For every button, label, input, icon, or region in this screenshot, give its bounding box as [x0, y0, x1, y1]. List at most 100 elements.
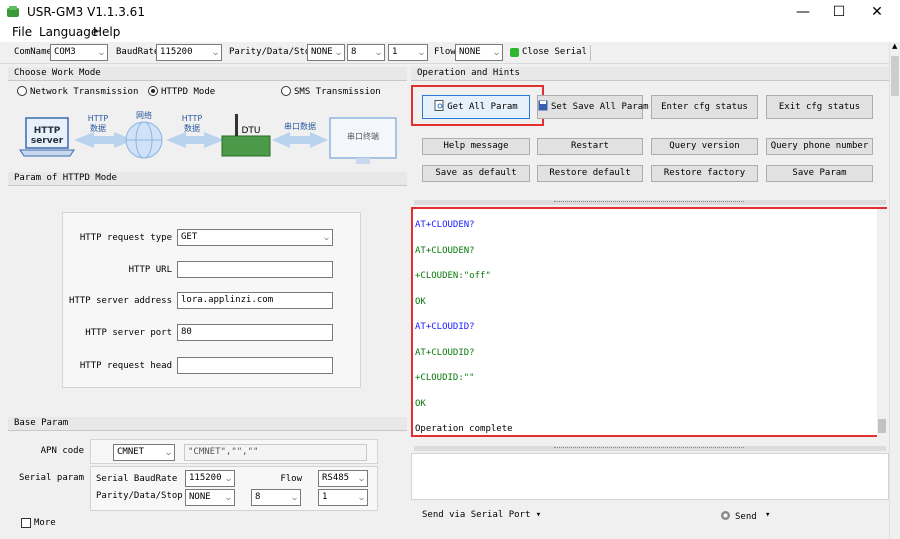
console-line: +CLOUDID:"": [415, 373, 475, 383]
serial-param-label: Serial param: [18, 473, 84, 483]
set-save-all-param-button[interactable]: Set Save All Param: [537, 95, 649, 119]
http-data-label-2: HTTP 数据: [181, 114, 203, 133]
parity-label: Parity/Data/Stop: [229, 47, 316, 57]
chevron-down-icon: ⌵: [213, 48, 218, 57]
chevron-down-icon: ⌵: [419, 48, 424, 57]
menu-file[interactable]: File: [12, 25, 32, 39]
enter-cfg-status-button[interactable]: Enter cfg status: [651, 95, 758, 119]
console-line: OK: [415, 297, 426, 307]
chevron-down-icon: ⌵: [166, 448, 171, 457]
send-options-arrow[interactable]: ▾: [765, 510, 770, 520]
com-select[interactable]: COM3 ⌵: [50, 44, 108, 61]
flow-select[interactable]: NONE ⌵: [455, 44, 503, 61]
radio-sms-transmission[interactable]: SMS Transmission: [281, 86, 381, 97]
chevron-down-icon: ⌵: [359, 474, 364, 483]
serial-toolbar: ComName COM3 ⌵ BaudRate 115200 ⌵ Parity/Da…: [0, 42, 900, 64]
app-icon: [7, 6, 19, 17]
save-as-default-button[interactable]: Save as default: [422, 165, 530, 182]
http-data-label-1: HTTP 数据: [87, 114, 109, 133]
apn-label: APN code: [40, 446, 84, 456]
server-address-label: HTTP server address: [69, 296, 172, 306]
console-output[interactable]: AT+CLOUDEN? AT+CLOUDEN? +CLOUDEN:"off" O…: [411, 207, 887, 437]
httpd-param-header: Param of HTTPD Mode: [8, 172, 407, 186]
server-port-input[interactable]: 80: [177, 324, 333, 341]
scrollbar-thumb[interactable]: [891, 56, 899, 96]
serial-status-indicator: [510, 48, 519, 57]
request-type-select[interactable]: GET ⌵: [177, 229, 333, 246]
serial-flow-label: Flow: [280, 474, 302, 484]
serial-flow-select[interactable]: RS485 ⌵: [318, 470, 368, 487]
url-label: HTTP URL: [128, 265, 172, 275]
console-line: AT+CLOUDEN?: [415, 246, 475, 256]
serial-baud-label: Serial BaudRate: [96, 474, 178, 484]
serial-data-select[interactable]: 8 ⌵: [251, 489, 301, 506]
console-line: +CLOUDEN:"off": [415, 271, 491, 281]
close-button[interactable]: ✕: [854, 0, 900, 24]
splitter-bottom[interactable]: [414, 446, 886, 451]
send-button[interactable]: Send: [720, 510, 757, 522]
chevron-down-icon: ⌵: [99, 48, 104, 57]
document-search-icon: [434, 100, 444, 111]
splitter-grip: [554, 447, 744, 450]
parity-select[interactable]: NONE ⌵: [307, 44, 345, 61]
chevron-down-icon: ⌵: [226, 493, 231, 502]
exit-cfg-status-button[interactable]: Exit cfg status: [766, 95, 873, 119]
serial-baud-select[interactable]: 115200 ⌵: [185, 470, 235, 487]
query-phone-number-button[interactable]: Query phone number: [766, 138, 873, 155]
radio-network-transmission[interactable]: Network Transmission: [17, 86, 138, 97]
serial-parity-select[interactable]: NONE ⌵: [185, 489, 235, 506]
send-via-dropdown[interactable]: Send via Serial Port ▾: [422, 510, 541, 520]
arrow-icon: [166, 132, 224, 148]
more-checkbox[interactable]: More: [21, 518, 56, 528]
query-version-button[interactable]: Query version: [651, 138, 758, 155]
restore-factory-button[interactable]: Restore factory: [651, 165, 758, 182]
work-mode-diagram: HTTP server HTTP 数据 网络 HTTP 数据 DTU 串口数据 串口终…: [8, 104, 407, 170]
baud-label: BaudRate: [116, 47, 160, 57]
menu-language[interactable]: Language: [39, 25, 98, 39]
help-message-button[interactable]: Help message: [422, 138, 530, 155]
console-line: AT+CLOUDEN?: [415, 220, 475, 230]
chevron-down-icon: ⌵: [324, 233, 329, 242]
radio-circle-icon: [281, 86, 291, 96]
flow-label: Flow: [434, 47, 456, 57]
chevron-down-icon: ⌵: [359, 493, 364, 502]
request-head-input[interactable]: [177, 357, 333, 374]
window-scrollbar[interactable]: ▲: [889, 42, 900, 539]
server-address-input[interactable]: lora.applinzi.com: [177, 292, 333, 309]
chevron-down-icon: ⌵: [336, 48, 341, 57]
serial-data-label: 串口数据: [284, 122, 316, 131]
network-label: 网络: [136, 111, 152, 120]
restore-default-button[interactable]: Restore default: [537, 165, 643, 182]
title-bar: USR-GM3 V1.1.3.61 — ☐ ✕: [0, 0, 900, 24]
operation-header: Operation and Hints: [411, 67, 889, 81]
close-serial-button[interactable]: Close Serial: [522, 47, 587, 57]
apn-value-input[interactable]: "CMNET","","": [184, 444, 367, 461]
chevron-down-icon: ⌵: [376, 48, 381, 57]
data-bits-select[interactable]: 8 ⌵: [347, 44, 385, 61]
save-disk-icon: [538, 100, 548, 111]
url-input[interactable]: [177, 261, 333, 278]
baud-select[interactable]: 115200 ⌵: [156, 44, 222, 61]
get-all-param-button[interactable]: Get All Param: [422, 95, 530, 119]
radio-circle-icon: [17, 86, 27, 96]
restart-button[interactable]: Restart: [537, 138, 643, 155]
request-head-label: HTTP request head: [79, 361, 172, 371]
menu-help[interactable]: Help: [93, 25, 120, 39]
request-type-label: HTTP request type: [79, 233, 172, 243]
chevron-down-icon: ⌵: [292, 493, 297, 502]
console-line: OK: [415, 399, 426, 409]
scroll-up-icon[interactable]: ▲: [892, 42, 897, 50]
splitter-top[interactable]: [414, 200, 886, 205]
send-input[interactable]: [411, 453, 889, 500]
serial-stop-select[interactable]: 1 ⌵: [318, 489, 368, 506]
save-param-button[interactable]: Save Param: [766, 165, 873, 182]
arrow-icon: [272, 132, 328, 148]
scrollbar-thumb[interactable]: [878, 419, 886, 433]
apn-select[interactable]: CMNET ⌵: [113, 444, 175, 461]
serial-pds-label: Parity/Data/Stop: [96, 491, 183, 501]
window-title: USR-GM3 V1.1.3.61: [27, 5, 145, 19]
stop-bits-select[interactable]: 1 ⌵: [388, 44, 428, 61]
chevron-down-icon: ⌵: [226, 474, 231, 483]
console-scrollbar[interactable]: [877, 209, 887, 437]
radio-httpd-mode[interactable]: HTTPD Mode: [148, 86, 215, 97]
